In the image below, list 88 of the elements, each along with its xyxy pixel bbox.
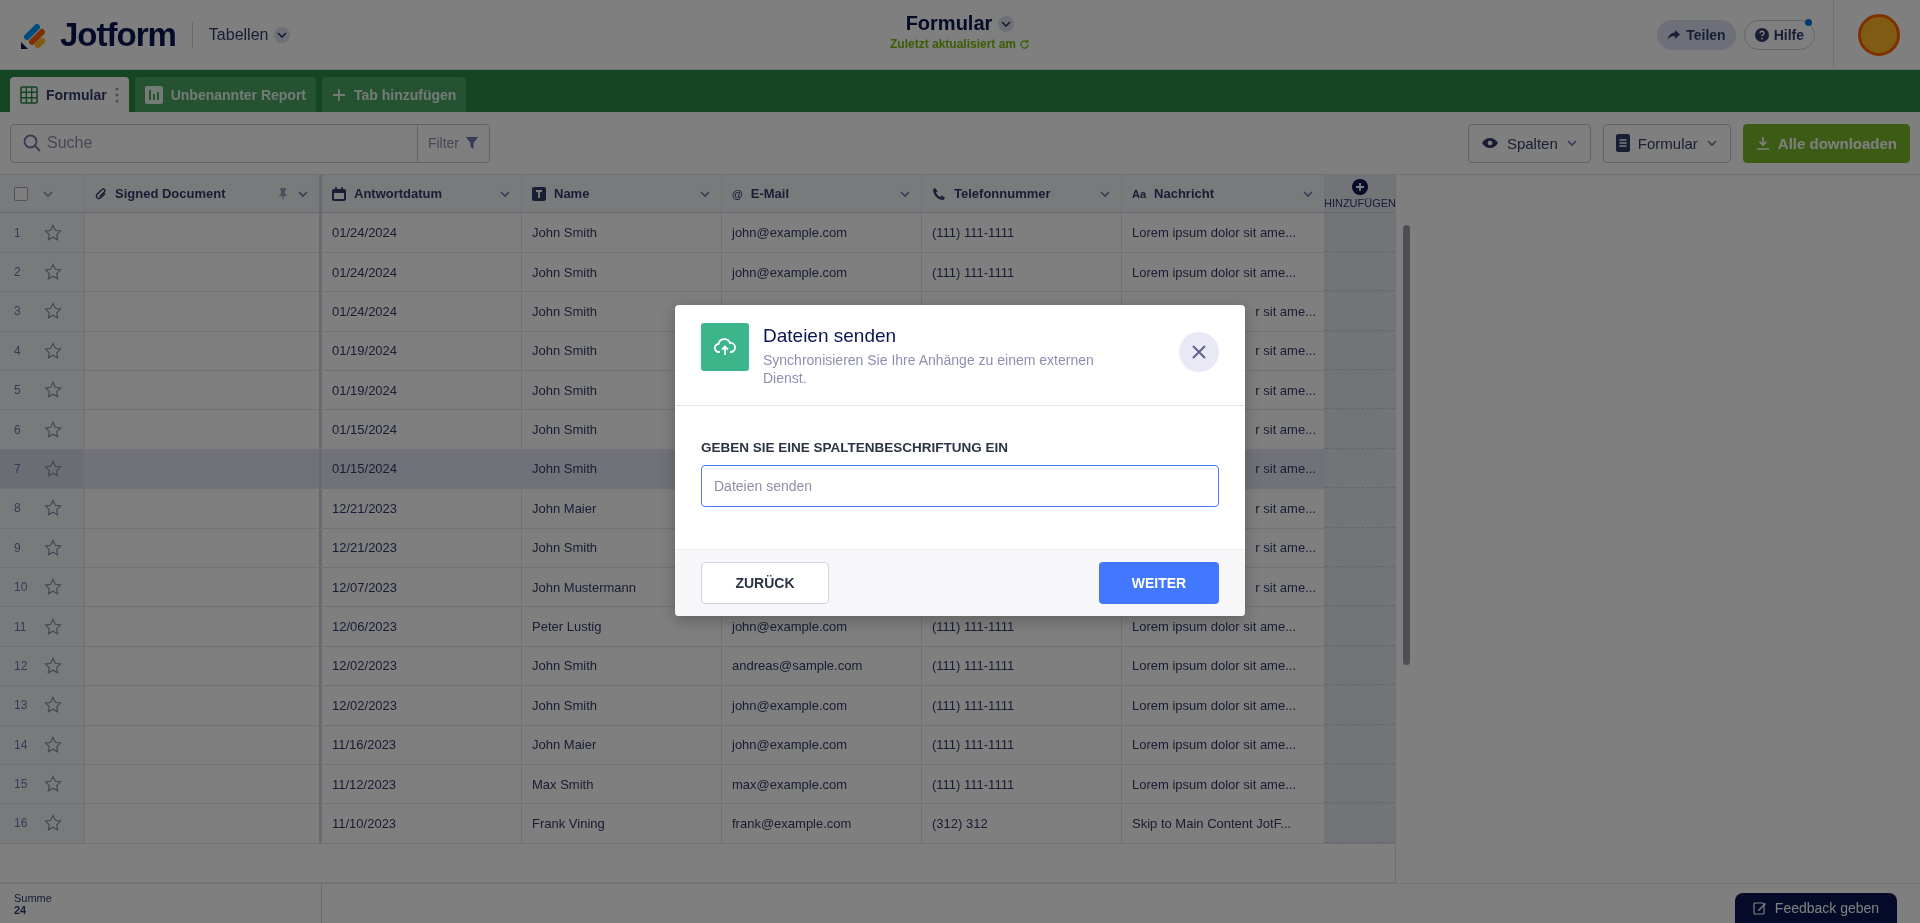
table-cell: r sit ame... — [1255, 579, 1316, 595]
table-cell: John Smith — [532, 303, 598, 319]
row-number: 10 — [14, 580, 29, 595]
row-number: 5 — [14, 383, 22, 398]
row-number: 13 — [14, 698, 29, 713]
table-cell: 11/10/2023 — [332, 815, 397, 831]
form-title: Formular — [905, 12, 993, 35]
table-cell: 12/02/2023 — [332, 658, 398, 674]
table-cell: r sit ame... — [1255, 343, 1316, 359]
table-cell: andreas@sample.com — [732, 658, 863, 674]
table-cell: john@example.com — [732, 737, 848, 753]
table-cell: r sit ame... — [1255, 303, 1316, 319]
table-cell: 12/06/2023 — [332, 619, 398, 634]
table-cell: (111) 111-1111 — [932, 737, 1015, 753]
table-cell: r sit ame... — [1255, 382, 1316, 398]
table-cell: Lorem ipsum dolor sit ame... — [1132, 619, 1296, 634]
table-cell: (111) 111-1111 — [932, 658, 1015, 674]
table-cell: 12/21/2023 — [332, 500, 398, 516]
table-cell: john@example.com — [732, 264, 848, 280]
table-cell: (111) 111-1111 — [932, 225, 1015, 241]
table-cell: Max Smith — [532, 776, 594, 792]
table-cell: 12/07/2023 — [332, 579, 398, 595]
table-cell: 01/24/2024 — [332, 264, 398, 280]
row-number: 14 — [14, 737, 29, 752]
table-cell: (111) 111-1111 — [932, 619, 1015, 634]
row-number: 1 — [14, 225, 22, 240]
row-number: 12 — [14, 658, 29, 673]
table-cell: John Smith — [532, 382, 598, 398]
dialog-description: Synchronisieren Sie Ihre Anhänge zu einem externen Dienst. — [763, 351, 1095, 388]
last-updated-text: Zuletzt aktualisiert am — [889, 37, 1016, 51]
sum-label: Summe — [14, 891, 53, 904]
table-cell: Lorem ipsum dolor sit ame... — [1132, 697, 1296, 713]
row-number: 11 — [14, 619, 28, 634]
column-type-glyph: Aa — [1132, 187, 1147, 200]
table-cell: Frank Vining — [532, 815, 605, 831]
table-cell: 01/19/2024 — [332, 343, 398, 359]
row-number: 16 — [14, 816, 29, 831]
table-cell: r sit ame... — [1255, 540, 1316, 556]
table-cell: (111) 111-1111 — [932, 264, 1015, 280]
table-cell: 12/21/2023 — [332, 540, 398, 556]
column-type-glyph: @ — [732, 187, 743, 200]
table-cell: (111) 111-1111 — [932, 776, 1015, 792]
field-label: GEBEN SIE EINE SPALTENBESCHRIFTUNG EIN — [701, 440, 1010, 456]
row-number: 8 — [14, 501, 22, 516]
row-number: 4 — [14, 343, 22, 358]
table-cell: 01/24/2024 — [332, 303, 398, 319]
table-cell: max@example.com — [732, 776, 848, 792]
table-cell: Lorem ipsum dolor sit ame... — [1132, 264, 1296, 280]
table-cell: Skip to Main Content JotF... — [1132, 815, 1291, 831]
table-cell: Lorem ipsum dolor sit ame... — [1132, 737, 1296, 753]
table-cell: John Maier — [532, 500, 597, 516]
table-cell: 01/15/2024 — [332, 461, 398, 477]
table-cell: john@example.com — [732, 697, 848, 713]
table-cell: r sit ame... — [1255, 500, 1316, 516]
table-cell: John Smith — [532, 658, 598, 674]
table-cell: John Smith — [532, 225, 598, 241]
table-cell: 11/12/2023 — [332, 776, 397, 792]
table-cell: John Smith — [532, 343, 598, 359]
table-cell: frank@example.com — [732, 815, 852, 831]
table-cell: John Smith — [532, 264, 598, 280]
sum-value: 24 — [14, 903, 28, 916]
table-cell: 01/19/2024 — [332, 382, 398, 398]
table-cell: Lorem ipsum dolor sit ame... — [1132, 658, 1296, 674]
table-cell: Lorem ipsum dolor sit ame... — [1132, 776, 1296, 792]
table-cell: 01/24/2024 — [332, 225, 398, 241]
table-cell: Lorem ipsum dolor sit ame... — [1132, 225, 1296, 241]
table-cell: (111) 111-1111 — [932, 697, 1015, 713]
row-number: 15 — [14, 777, 29, 792]
table-cell: 01/15/2024 — [332, 422, 398, 438]
table-cell: (312) 312 — [932, 815, 988, 831]
table-cell: 11/16/2023 — [332, 737, 397, 753]
table-cell: John Smith — [532, 540, 598, 556]
row-number: 2 — [14, 265, 22, 279]
table-cell: John Smith — [532, 697, 598, 713]
row-number: 3 — [14, 304, 22, 319]
table-cell: John Smith — [532, 422, 598, 438]
row-number: 6 — [14, 422, 22, 437]
table-cell: john@example.com — [732, 225, 848, 241]
row-number: 9 — [14, 540, 22, 555]
table-cell: Peter Lustig — [532, 619, 602, 634]
brand-name: Jotform — [60, 15, 176, 54]
table-cell: John Mustermann — [532, 579, 637, 595]
table-cell: r sit ame... — [1255, 461, 1316, 477]
table-cell: 12/02/2023 — [332, 697, 398, 713]
table-cell: r sit ame... — [1255, 422, 1316, 438]
table-cell: John Maier — [532, 737, 597, 753]
table-cell: John Smith — [532, 461, 598, 477]
table-cell: john@example.com — [732, 619, 848, 634]
